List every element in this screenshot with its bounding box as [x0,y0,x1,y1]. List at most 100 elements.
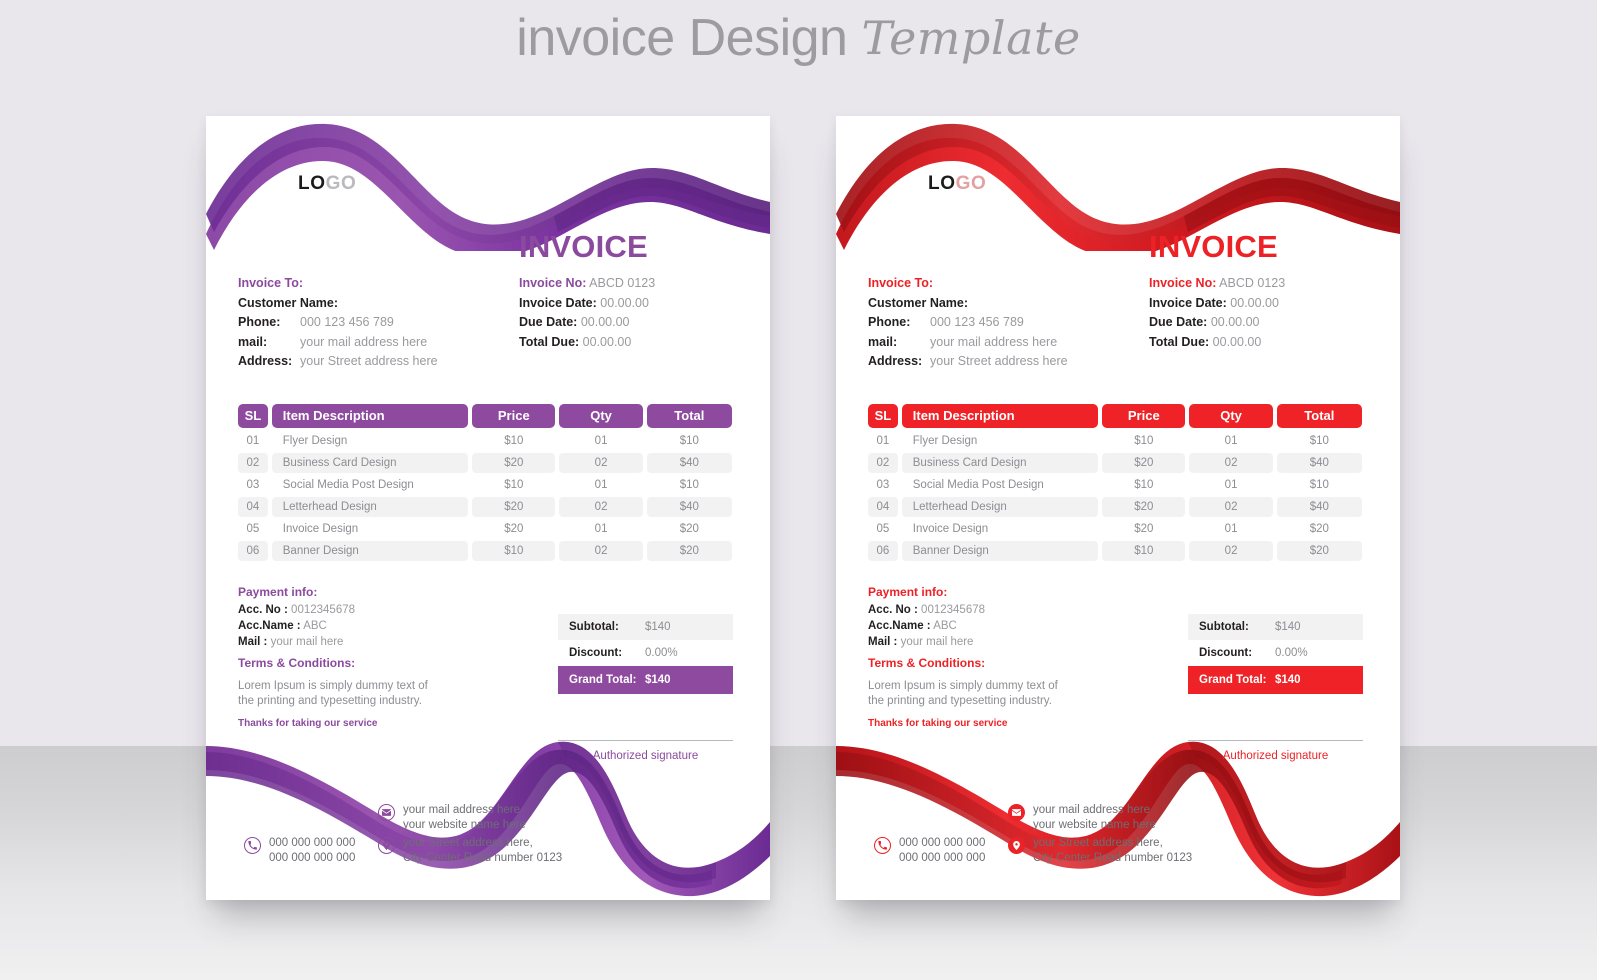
table-row: 05 Invoice Design $20 01 $20 [868,519,1362,539]
payment-acc-no-row: Acc. No : 0012345678 [868,602,1138,618]
cell-qty: 02 [1189,541,1273,561]
cell-qty: 02 [559,453,643,473]
total-due-value: 00.00.00 [582,334,632,349]
cell-price: $20 [1102,497,1186,517]
signature-line [1188,740,1363,741]
contact-address-text: your Street address here, City Center Ro… [403,836,562,866]
cell-desc: Social Media Post Design [282,479,414,491]
terms-block: Terms & Conditions: Lorem Ipsum is simpl… [238,656,468,710]
table-header-row: SL Item Description Price Qty Total [868,404,1362,428]
cell-total: $20 [1309,523,1329,535]
cell-price: $10 [1102,541,1186,561]
payment-acc-name-row: Acc.Name : ABC [868,618,1138,634]
contact-address[interactable]: your Street address here, City Center Ro… [1008,836,1192,866]
cell-sl: 06 [868,541,898,561]
totals-row-discount: Discount: 0.00% [1188,640,1363,666]
logo-part-go: GO [955,173,987,194]
address-line-1: your Street address here, [403,837,533,849]
totals-row-subtotal: Subtotal: $140 [1188,614,1363,640]
discount-label: Discount: [569,647,623,659]
bill-to-row-address: Address: your Street address here [238,352,498,372]
cell-price: $20 [1102,453,1186,473]
bill-to-row-address: Address: your Street address here [868,352,1128,372]
acc-no-value: 0012345678 [921,604,986,616]
location-pin-icon [378,837,395,854]
cell-sl: 02 [238,453,268,473]
logo: LOGO [298,173,356,195]
signature-line [558,740,733,741]
cell-qty: 02 [559,541,643,561]
ribbon-top-decoration [836,116,1400,251]
line-items-table: SL Item Description Price Qty Total 01 F… [868,404,1362,563]
invoice-no-value: ABCD 0123 [589,276,656,290]
contact-phone[interactable]: 000 000 000 000 000 000 000 000 [244,836,355,866]
bill-to-heading: Invoice To: [868,276,934,290]
cell-desc: Business Card Design [901,453,1099,473]
cell-qty: 01 [1224,523,1238,535]
cell-sl: 04 [238,497,268,517]
totals-block: Subtotal: $140 Discount: 0.00% Grand Tot… [1188,614,1363,694]
phone-value: 000 123 456 789 [300,315,394,329]
payment-info-block: Payment info: Acc. No : 0012345678 Acc.N… [238,584,508,650]
due-date-value: 00.00.00 [580,315,630,329]
table-row: 02 Business Card Design $20 02 $40 [238,453,732,473]
bill-to-row-mail: mail: your mail address here [238,333,498,353]
invoice-no-label: Invoice No: [1149,276,1217,290]
logo-part-lo: LO [298,173,326,194]
payment-mail-row: Mail : your mail here [868,634,1138,650]
col-header-qty: Qty [559,404,643,428]
cell-total: $20 [1276,541,1362,561]
cell-total: $40 [1276,497,1362,517]
ribbon-top-decoration [206,116,770,251]
cell-desc: Invoice Design [912,523,989,535]
total-due-label: Total Due: [519,334,580,349]
payment-info-block: Payment info: Acc. No : 0012345678 Acc.N… [868,584,1138,650]
invoice-sheet-purple: LOGO INVOICE Invoice To: Customer Name: … [206,116,770,900]
logo: LOGO [928,173,986,195]
subtotal-value: $140 [1275,621,1301,633]
payment-mail-label: Mail : [868,636,898,648]
contact-address[interactable]: your Street address here, City Center Ro… [378,836,562,866]
cell-sl: 03 [876,479,890,491]
cell-price: $10 [504,435,524,447]
contact-phone-text: 000 000 000 000 000 000 000 000 [269,836,355,866]
mail-line-2: your website name here [403,819,526,831]
payment-mail-row: Mail : your mail here [238,634,508,650]
cell-total: $10 [1309,479,1329,491]
payment-acc-no-row: Acc. No : 0012345678 [238,602,508,618]
phone-line-1: 000 000 000 000 [899,837,986,849]
terms-line-2: the printing and typesetting industry. [868,695,1052,707]
contact-mail[interactable]: your mail address here your website name… [1008,803,1156,833]
totals-row-discount: Discount: 0.00% [558,640,733,666]
col-header-price: Price [472,404,556,428]
contact-phone[interactable]: 000 000 000 000 000 000 000 000 [874,836,985,866]
cell-sl: 01 [246,435,260,447]
col-header-price: Price [1102,404,1186,428]
address-line-2: City Center Road number 0123 [403,852,563,864]
address-label: Address: [238,354,293,368]
mail-line-1: your mail address here [1033,804,1150,816]
cell-qty: 01 [1224,435,1238,447]
address-value: your Street address here [930,354,1068,368]
cell-total: $10 [679,435,699,447]
total-due-label: Total Due: [1149,334,1210,349]
phone-line-2: 000 000 000 000 [269,852,356,864]
cell-price: $20 [472,497,556,517]
cell-price: $20 [504,523,524,535]
cell-desc: Letterhead Design [901,497,1099,517]
grand-total-value: $140 [1275,674,1301,686]
mail-value: your mail address here [930,334,1058,349]
table-row: 01 Flyer Design $10 01 $10 [238,431,732,451]
mail-line-1: your mail address here [403,804,520,816]
page-title-main: invoice Design [516,9,848,67]
envelope-icon [1008,804,1025,821]
cell-qty: 02 [559,497,643,517]
contact-mail[interactable]: your mail address here your website name… [378,803,526,833]
col-header-total: Total [1276,404,1362,428]
bill-to-row-phone: Phone: 000 123 456 789 [238,313,498,333]
table-row: 06 Banner Design $10 02 $20 [868,541,1362,561]
grand-total-value: $140 [645,674,671,686]
bill-to-row-mail: mail: your mail address here [868,333,1128,353]
table-row: 03 Social Media Post Design $10 01 $10 [868,475,1362,495]
contact-address-text: your Street address here, City Center Ro… [1033,836,1192,866]
